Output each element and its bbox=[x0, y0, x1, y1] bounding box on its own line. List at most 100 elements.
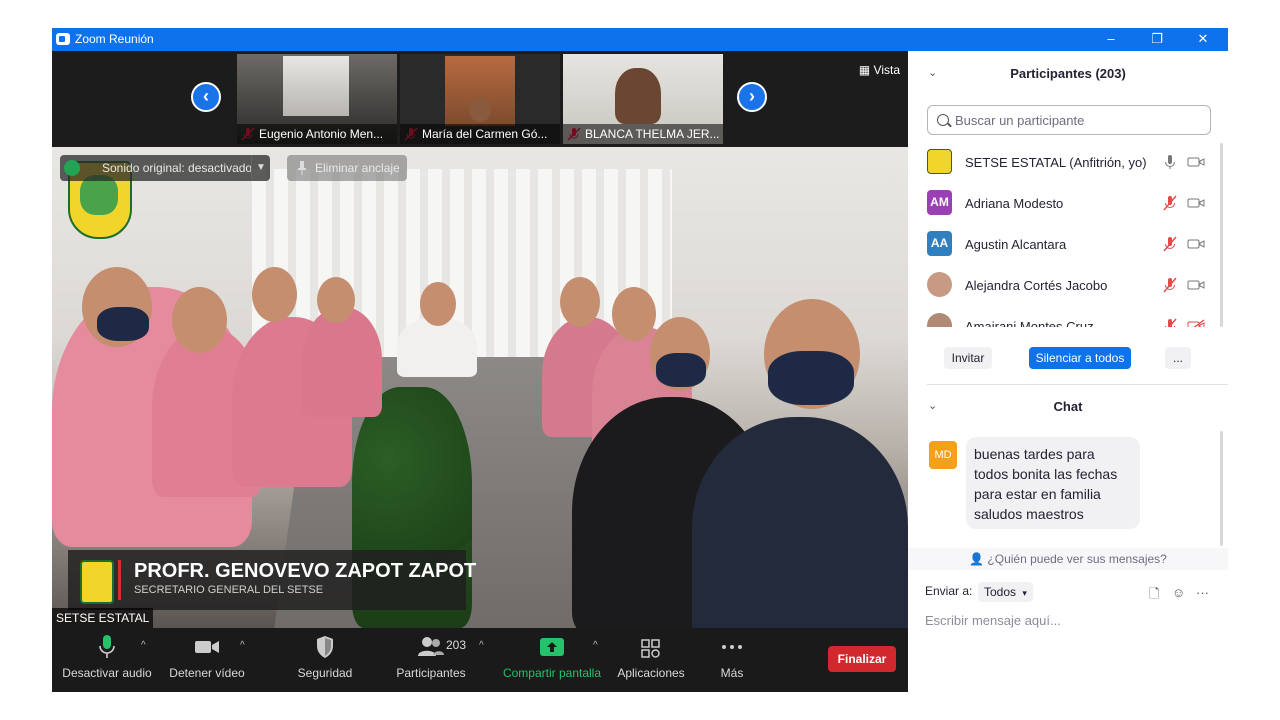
participant-name: Agustin Alcantara bbox=[965, 237, 1067, 252]
thumbnail-video bbox=[283, 56, 349, 116]
original-sound-toggle[interactable]: Sonido original: desactivado ▼ bbox=[60, 155, 270, 181]
microphone-icon[interactable] bbox=[1162, 154, 1178, 170]
participant-row[interactable]: SETSE ESTATAL (Anfitrión, yo) bbox=[908, 143, 1218, 184]
thumbnail-video bbox=[445, 56, 515, 126]
close-button[interactable]: ✕ bbox=[1180, 28, 1226, 51]
microphone-icon bbox=[99, 635, 115, 658]
more-button[interactable]: Más bbox=[712, 634, 752, 680]
video-camera-icon bbox=[195, 641, 219, 653]
minimize-button[interactable]: – bbox=[1088, 28, 1134, 51]
stop-video-button[interactable]: Detener vídeo bbox=[165, 634, 249, 680]
stop-video-label: Detener vídeo bbox=[169, 666, 245, 680]
view-label: Vista bbox=[873, 63, 900, 77]
unpin-button[interactable]: Eliminar anclaje bbox=[287, 155, 407, 181]
video-camera-icon[interactable] bbox=[1187, 196, 1205, 210]
view-button[interactable]: ▦ Vista bbox=[859, 63, 900, 77]
end-meeting-button[interactable]: Finalizar bbox=[828, 646, 896, 672]
security-button[interactable]: Seguridad bbox=[290, 634, 360, 680]
mute-audio-label: Desactivar audio bbox=[62, 666, 152, 680]
muted-mic-icon[interactable] bbox=[1162, 236, 1178, 252]
divider bbox=[927, 384, 1228, 385]
who-can-see-label: ¿Quién puede ver sus mensajes? bbox=[987, 552, 1167, 566]
participant-thumbnail[interactable]: Eugenio Antonio Men... bbox=[237, 54, 397, 144]
share-screen-button[interactable]: Compartir pantalla bbox=[500, 634, 604, 680]
participants-label: Participantes bbox=[396, 666, 466, 680]
more-dots-icon[interactable]: ··· bbox=[1196, 585, 1209, 600]
emoji-icon[interactable]: ☺ bbox=[1172, 585, 1185, 600]
zoom-logo-icon bbox=[56, 33, 70, 45]
participants-options-caret-icon[interactable]: ^ bbox=[479, 640, 484, 651]
person bbox=[302, 307, 382, 417]
speaker-name: PROFR. GENOVEVO ZAPOT ZAPOT bbox=[134, 560, 477, 582]
person-head bbox=[252, 267, 297, 322]
share-options-caret-icon[interactable]: ^ bbox=[593, 640, 598, 651]
mute-all-button[interactable]: Silenciar a todos bbox=[1029, 347, 1131, 369]
participants-list: SETSE ESTATAL (Anfitrión, yo) AM Adriana… bbox=[908, 143, 1218, 327]
participant-thumbnail[interactable]: BLANCA THELMA JER... bbox=[563, 54, 723, 144]
apps-icon bbox=[641, 639, 660, 658]
participant-row[interactable]: Amairani Montes Cruz bbox=[908, 307, 1218, 327]
chevron-down-icon[interactable]: ▼ bbox=[251, 155, 270, 181]
more-options-button[interactable]: ... bbox=[1165, 347, 1191, 369]
participant-name: SETSE ESTATAL (Anfitrión, yo) bbox=[965, 155, 1147, 170]
video-camera-icon[interactable] bbox=[1187, 237, 1205, 251]
chat-message-line: todos bonita las fechas bbox=[974, 466, 1118, 482]
participant-row[interactable]: AM Adriana Modesto bbox=[908, 184, 1218, 225]
more-label: Más bbox=[720, 666, 744, 680]
thumbnail-name: María del Carmen Gó... bbox=[400, 124, 560, 144]
video-options-caret-icon[interactable]: ^ bbox=[240, 640, 245, 651]
participant-row[interactable]: Alejandra Cortés Jacobo bbox=[908, 266, 1218, 307]
participants-actions: Invitar Silenciar a todos ... bbox=[908, 347, 1228, 371]
audio-options-caret-icon[interactable]: ^ bbox=[141, 640, 146, 651]
restore-button[interactable]: ❐ bbox=[1134, 28, 1180, 51]
participant-row[interactable]: AA Agustin Alcantara bbox=[908, 225, 1218, 266]
grid-icon: ▦ bbox=[858, 63, 871, 77]
shield-icon bbox=[317, 636, 333, 658]
encryption-shield-icon bbox=[64, 160, 80, 176]
muted-mic-icon[interactable] bbox=[1162, 195, 1178, 211]
zoom-window: Zoom Reunión – ❐ ✕ ‹ Eugenio Antonio Men… bbox=[52, 28, 1228, 692]
gallery-next-button[interactable]: › bbox=[737, 82, 767, 112]
chat-message-line: buenas tardes para bbox=[974, 446, 1095, 462]
muted-mic-icon[interactable] bbox=[1162, 277, 1178, 293]
face-mask bbox=[768, 351, 854, 405]
file-icon[interactable]: 🗋 bbox=[1149, 585, 1159, 607]
who-can-see-link[interactable]: 👤 ¿Quién puede ver sus mensajes? bbox=[908, 548, 1228, 570]
avatar: AM bbox=[927, 190, 952, 215]
chat-message-line: para estar en familia bbox=[974, 486, 1101, 502]
avatar bbox=[927, 272, 952, 297]
gallery-prev-button[interactable]: ‹ bbox=[191, 82, 221, 112]
invite-button[interactable]: Invitar bbox=[944, 347, 992, 369]
person bbox=[692, 417, 908, 628]
accent-bar bbox=[118, 560, 121, 600]
chat-scrollbar[interactable] bbox=[1219, 431, 1224, 546]
participant-search-input[interactable]: Buscar un participante bbox=[927, 105, 1211, 135]
speaker-title: SECRETARIO GENERAL DEL SETSE bbox=[134, 584, 324, 596]
participant-thumbnail[interactable]: María del Carmen Gó... bbox=[400, 54, 560, 144]
recipient-dropdown[interactable]: Todos ▾ bbox=[978, 582, 1033, 602]
chat-message-line: saludos maestros bbox=[974, 506, 1084, 522]
meeting-toolbar: Desactivar audio ^ Detener vídeo ^ Segur… bbox=[52, 628, 908, 692]
side-panel: ⌄ Participantes (203) Buscar un particip… bbox=[908, 51, 1228, 692]
person-head bbox=[317, 277, 355, 323]
video-camera-icon[interactable] bbox=[1187, 155, 1205, 169]
send-to-label: Enviar a: bbox=[925, 584, 973, 598]
share-screen-label: Compartir pantalla bbox=[502, 666, 602, 680]
original-sound-label: Sonido original: desactivado bbox=[102, 161, 253, 175]
apps-label: Aplicaciones bbox=[617, 666, 685, 680]
apps-button[interactable]: Aplicaciones bbox=[614, 634, 688, 680]
more-dots-icon bbox=[722, 645, 742, 649]
video-off-icon[interactable] bbox=[1187, 319, 1205, 327]
muted-mic-icon[interactable] bbox=[1162, 318, 1178, 327]
recipient-value: Todos bbox=[984, 585, 1017, 599]
chat-message-input[interactable]: Escribir mensaje aquí... bbox=[925, 613, 1061, 628]
avatar bbox=[927, 313, 952, 327]
mute-audio-button[interactable]: Desactivar audio bbox=[62, 634, 152, 680]
participants-scrollbar[interactable] bbox=[1219, 143, 1224, 327]
video-camera-icon[interactable] bbox=[1187, 278, 1205, 292]
pin-icon bbox=[298, 161, 306, 175]
person-head bbox=[560, 277, 600, 327]
participants-title: Participantes (203) bbox=[1010, 66, 1126, 81]
search-placeholder: Buscar un participante bbox=[955, 113, 1085, 128]
person bbox=[397, 317, 477, 377]
